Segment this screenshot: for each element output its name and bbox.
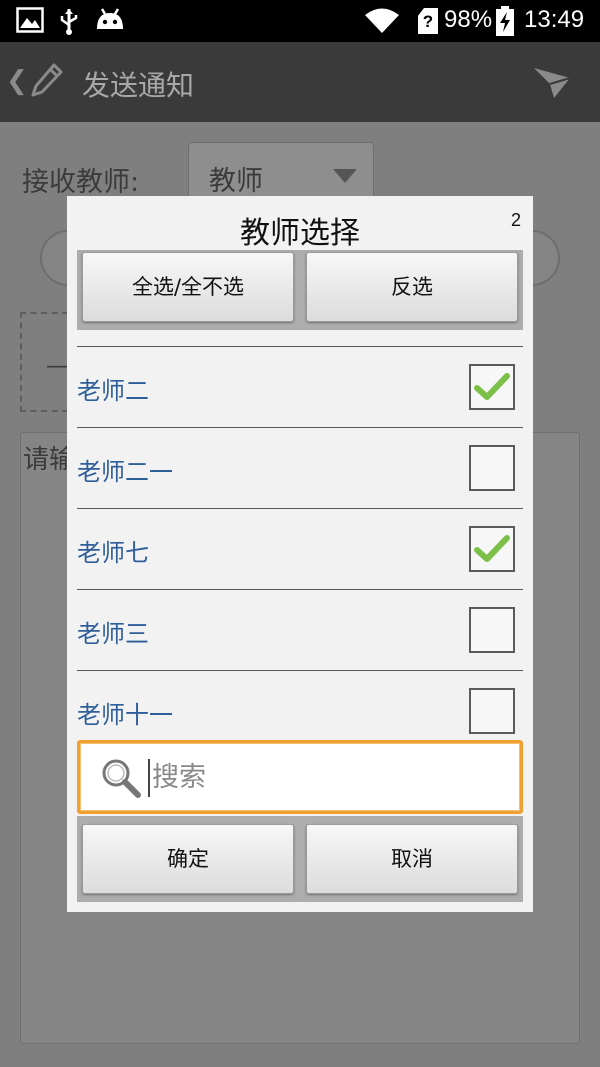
usb-icon	[60, 9, 78, 35]
search-icon	[102, 759, 141, 798]
pencil-icon	[31, 63, 63, 97]
dialog-top-buttons: 全选/全不选 反选	[77, 250, 523, 330]
selected-count: 2	[510, 210, 521, 230]
battery-charging-icon	[496, 6, 514, 36]
attachment-placeholder-mark: —	[46, 354, 68, 379]
teacher-checkbox[interactable]	[469, 364, 515, 410]
back-chevron-icon[interactable]: ❮	[6, 66, 28, 96]
teacher-name: 老师七	[77, 539, 149, 567]
checkmark-icon	[474, 373, 510, 400]
android-icon	[97, 8, 123, 29]
dropdown-arrow-icon	[333, 169, 357, 183]
receiver-label: 接收教师:	[22, 167, 140, 198]
dialog-title: 教师选择	[240, 216, 360, 251]
teacher-name: 老师二一	[77, 458, 173, 486]
select-all-button[interactable]: 全选/全不选	[82, 252, 294, 322]
clock: 13:49	[524, 6, 585, 33]
teacher-checkbox[interactable]	[469, 688, 515, 734]
teacher-row[interactable]: 老师十一	[77, 671, 523, 738]
teacher-checkbox[interactable]	[469, 445, 515, 491]
app-bar: ❮ 发送通知	[0, 42, 600, 122]
confirm-button[interactable]: 确定	[82, 824, 294, 894]
teacher-select-dialog: 教师选择 2 全选/全不选 反选 老师二 老师二一 老师七 老师三 老师十一 搜…	[67, 196, 533, 912]
search-box[interactable]	[77, 740, 523, 814]
sim-icon: ?	[418, 8, 438, 34]
teacher-row[interactable]: 老师二一	[77, 428, 523, 509]
page-title: 发送通知	[82, 69, 195, 102]
receiver-spinner-value: 教师	[209, 166, 263, 197]
wifi-icon	[365, 8, 399, 33]
text-cursor	[148, 759, 150, 797]
teacher-row[interactable]: 老师二	[77, 347, 523, 428]
send-icon[interactable]	[532, 64, 572, 100]
battery-percent: 98%	[444, 6, 493, 33]
invert-selection-button[interactable]: 反选	[306, 252, 518, 322]
teacher-row[interactable]: 老师七	[77, 509, 523, 590]
teacher-list[interactable]: 老师二 老师二一 老师七 老师三 老师十一	[77, 346, 523, 738]
checkmark-icon	[474, 535, 510, 562]
teacher-name: 老师三	[77, 620, 149, 648]
teacher-name: 老师十一	[77, 701, 173, 729]
search-input[interactable]	[152, 757, 502, 797]
status-bar: ? 98% 13:49	[0, 0, 600, 42]
teacher-checkbox[interactable]	[469, 607, 515, 653]
teacher-row[interactable]: 老师三	[77, 590, 523, 671]
cancel-button[interactable]: 取消	[306, 824, 518, 894]
dialog-bottom-buttons: 确定 取消	[77, 816, 523, 902]
teacher-checkbox[interactable]	[469, 526, 515, 572]
image-notification-icon	[16, 7, 44, 33]
teacher-name: 老师二	[77, 377, 149, 405]
